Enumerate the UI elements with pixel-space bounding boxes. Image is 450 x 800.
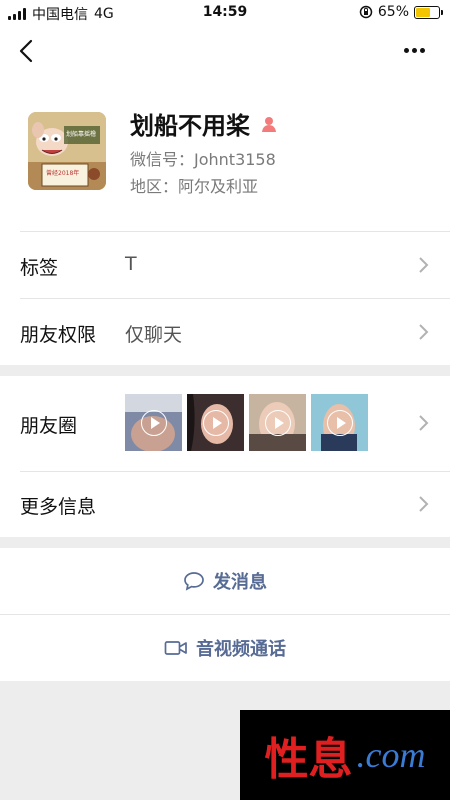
video-call-button[interactable]: 音视频通话 (0, 614, 450, 681)
nav-bar (0, 26, 450, 76)
send-message-label: 发消息 (213, 572, 267, 593)
permission-label: 朋友权限 (20, 324, 97, 346)
chevron-right-icon (419, 257, 429, 273)
avatar-caption-top: 划船靠摇橹 (66, 131, 97, 138)
divider (20, 298, 450, 299)
female-gender-icon (262, 116, 276, 132)
video-camera-icon (164, 641, 187, 655)
play-icon (141, 410, 167, 436)
moments-thumbnail (187, 394, 244, 451)
more-info-label: 更多信息 (20, 496, 97, 518)
avatar[interactable]: 划船靠摇橹 曾经2018年 (28, 112, 106, 190)
play-icon (327, 410, 353, 436)
moments-label: 朋友圈 (20, 415, 78, 437)
more-info-row[interactable]: 更多信息 (0, 471, 450, 537)
battery-percent: 65% (377, 4, 409, 20)
wechat-id: 微信号：Johnt3158 (130, 150, 276, 169)
tag-row[interactable]: 标签 T (0, 231, 450, 298)
moments-row[interactable]: 朋友圈 (0, 376, 450, 471)
more-dot-icon (412, 47, 417, 53)
watermark-logo: 性息 .com (240, 710, 450, 800)
permission-row[interactable]: 朋友权限 仅聊天 (0, 298, 450, 365)
more-dot-icon (420, 47, 425, 53)
chevron-right-icon (419, 496, 429, 512)
video-call-label: 音视频通话 (196, 639, 286, 660)
moments-thumbnail (311, 394, 368, 451)
watermark-en: .com (356, 735, 426, 775)
battery-icon (414, 5, 443, 19)
chevron-left-icon (19, 39, 33, 63)
region: 地区：阿尔及利亚 (130, 177, 259, 196)
moments-thumbnail (249, 394, 306, 451)
back-button[interactable] (14, 36, 42, 66)
status-bar: 中国电信 4G 14:59 65% (0, 0, 450, 26)
avatar-caption-bottom: 曾经2018年 (46, 170, 80, 177)
tag-value: T (125, 253, 137, 275)
divider (20, 471, 450, 472)
divider (0, 614, 450, 615)
more-dot-icon (404, 47, 409, 53)
watermark-cn: 性息 (264, 734, 353, 785)
play-icon (203, 410, 229, 436)
play-icon (265, 410, 291, 436)
divider (20, 231, 450, 232)
orientation-lock-icon (359, 5, 373, 19)
moments-thumbnail (125, 394, 182, 451)
status-right: 65% (359, 4, 443, 20)
more-button[interactable] (404, 40, 432, 60)
profile-card: 划船靠摇橹 曾经2018年 划船不用桨 微信号：Johnt3158 地区：阿尔及… (0, 76, 450, 231)
chat-bubble-icon (184, 572, 204, 591)
chevron-right-icon (419, 415, 429, 431)
profile-name: 划船不用桨 (130, 112, 250, 140)
tag-label: 标签 (20, 257, 59, 279)
avatar-image (28, 112, 106, 190)
send-message-button[interactable]: 发消息 (0, 548, 450, 614)
chevron-right-icon (419, 324, 429, 340)
name-row: 划船不用桨 (130, 106, 278, 141)
permission-value: 仅聊天 (125, 324, 183, 346)
